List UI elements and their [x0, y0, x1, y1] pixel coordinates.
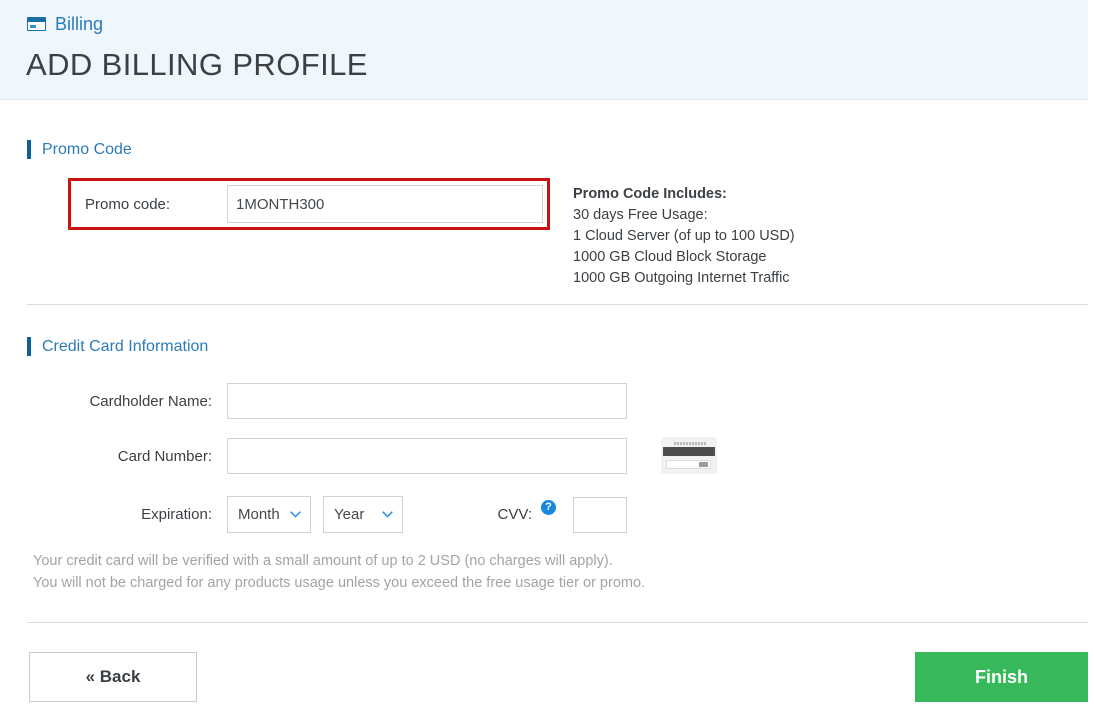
disclaimer-line-1: Your credit card will be verified with a…: [33, 551, 645, 573]
expiration-year-value: Year: [334, 506, 364, 523]
expiration-year-select[interactable]: Year: [323, 496, 403, 533]
promo-includes-line-2: 1 Cloud Server (of up to 100 USD): [573, 226, 795, 247]
promo-code-label: Promo code:: [85, 196, 233, 213]
expiration-month-value: Month: [238, 506, 280, 523]
promo-code-section-header: Promo Code: [27, 140, 132, 159]
section-accent-bar: [27, 140, 31, 159]
billing-disclaimer: Your credit card will be verified with a…: [33, 551, 645, 594]
promo-includes-line-4: 1000 GB Outgoing Internet Traffic: [573, 268, 795, 289]
page-header: Billing ADD BILLING PROFILE: [0, 0, 1088, 100]
expiration-month-select[interactable]: Month: [227, 496, 311, 533]
divider-bottom: [27, 622, 1088, 623]
card-number-input[interactable]: [227, 438, 627, 474]
card-number-label: Card Number:: [20, 448, 212, 465]
page-title: ADD BILLING PROFILE: [26, 47, 368, 83]
disclaimer-line-2: You will not be charged for any products…: [33, 573, 645, 595]
breadcrumb[interactable]: Billing: [27, 15, 103, 33]
chevron-down-icon: [290, 511, 301, 518]
promo-includes-heading: Promo Code Includes:: [573, 184, 795, 205]
promo-code-section-title: Promo Code: [42, 141, 132, 159]
cvv-input[interactable]: [573, 497, 627, 533]
promo-code-includes: Promo Code Includes: 30 days Free Usage:…: [573, 184, 795, 289]
cvv-help-icon[interactable]: ?: [541, 500, 556, 515]
billing-profile-page: Billing ADD BILLING PROFILE Promo Code P…: [0, 0, 1094, 712]
expiration-label: Expiration:: [20, 506, 212, 523]
cardholder-name-input[interactable]: [227, 383, 627, 419]
cvv-label: CVV:: [462, 506, 532, 523]
credit-card-icon: [27, 17, 46, 31]
promo-includes-line-1: 30 days Free Usage:: [573, 205, 795, 226]
credit-card-back-icon: [661, 437, 717, 474]
breadcrumb-label[interactable]: Billing: [55, 15, 103, 33]
cardholder-name-label: Cardholder Name:: [20, 393, 212, 410]
back-button[interactable]: « Back: [29, 652, 197, 702]
promo-includes-line-3: 1000 GB Cloud Block Storage: [573, 247, 795, 268]
credit-card-section-title: Credit Card Information: [42, 338, 208, 356]
chevron-down-icon: [382, 511, 393, 518]
credit-card-section-header: Credit Card Information: [27, 337, 208, 356]
finish-button[interactable]: Finish: [915, 652, 1088, 702]
divider-top: [27, 304, 1088, 305]
promo-code-input[interactable]: [227, 185, 543, 223]
section-accent-bar: [27, 337, 31, 356]
